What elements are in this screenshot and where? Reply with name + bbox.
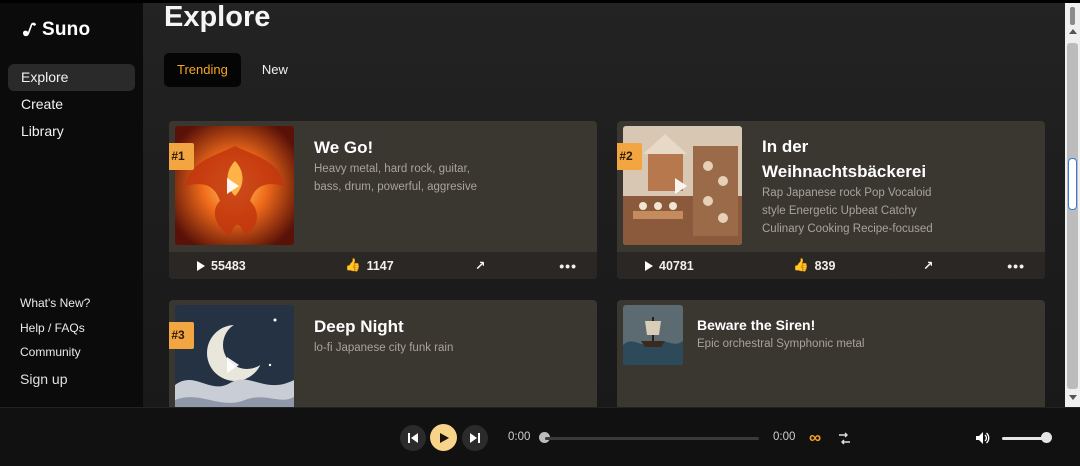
rank-badge: #1 [169, 143, 194, 170]
play-icon[interactable] [227, 178, 239, 194]
share-icon: ↗ [923, 259, 934, 273]
play-count[interactable]: 40781 [645, 259, 694, 273]
song-title-line1: In der [762, 137, 809, 156]
tabs: Trending New [164, 53, 301, 87]
scrollbar[interactable] [1065, 3, 1080, 407]
night-moon-cover-image [175, 305, 294, 407]
next-button[interactable] [462, 425, 488, 451]
tab-trending[interactable]: Trending [164, 53, 241, 87]
scrollbar-thumb[interactable] [1068, 158, 1077, 210]
song-card[interactable]: Beware the Siren! Epic orchestral Sympho… [617, 300, 1045, 407]
rank-badge: #2 [617, 143, 642, 170]
previous-button[interactable] [400, 425, 426, 451]
song-description: Heavy metal, hard rock, guitar, bass, dr… [314, 163, 477, 193]
rank-badge: #3 [169, 322, 194, 349]
song-description: Rap Japanese rock Pop Vocaloid style Ene… [762, 187, 933, 235]
tab-new[interactable]: New [249, 53, 301, 87]
song-stats-bar: 40781 👍 839 ↗ ••• [617, 252, 1045, 279]
total-time: 0:00 [773, 431, 796, 443]
shuffle-icon[interactable] [838, 432, 851, 445]
sidebar-item-explore[interactable]: Explore [8, 64, 135, 91]
sidebar-footer: What's New? Help / FAQs Community Sign u… [20, 291, 90, 393]
thumbs-up-icon: 👍 [345, 258, 361, 272]
song-title-line2: Weihnachtsbäckerei [762, 162, 927, 181]
current-time: 0:00 [508, 431, 531, 443]
share-button[interactable]: ↗ [923, 258, 933, 273]
volume-icon[interactable] [975, 431, 990, 445]
play-count-value: 55483 [211, 258, 246, 273]
like-count-value: 1147 [366, 258, 394, 273]
thumbs-up-icon: 👍 [793, 258, 809, 272]
more-options-icon[interactable]: ••• [1007, 258, 1025, 274]
sign-up-link[interactable]: Sign up [20, 365, 90, 393]
song-title[interactable]: In der Weihnachtsbäckerei [762, 134, 926, 184]
share-icon: ↗ [475, 259, 486, 273]
sidebar-nav: Explore Create Library [8, 64, 135, 145]
logo-text: Suno [42, 19, 91, 40]
help-faqs-link[interactable]: Help / FAQs [20, 316, 90, 341]
song-title[interactable]: Deep Night [314, 314, 404, 339]
song-card[interactable]: #3 Deep Night lo-fi Japanese city funk r… [169, 300, 597, 407]
song-cover[interactable] [623, 305, 683, 365]
song-card[interactable]: #2 In der Weihnachtsbäckerei Rap Japanes… [617, 121, 1045, 279]
scroll-down-arrow-icon[interactable] [1069, 395, 1077, 400]
progress-bar[interactable] [545, 437, 759, 440]
play-icon [439, 432, 449, 443]
player-bar: 0:00 0:00 ∞ [0, 407, 1080, 466]
skip-forward-icon [470, 433, 480, 443]
share-button[interactable]: ↗ [475, 258, 485, 273]
like-button[interactable]: 👍 839 [793, 258, 835, 273]
play-count-value: 40781 [659, 258, 694, 273]
song-description: lo-fi Japanese city funk rain [314, 342, 454, 354]
scrollbar-track[interactable] [1067, 43, 1078, 389]
like-count-value: 839 [814, 258, 836, 273]
song-title[interactable]: We Go! [314, 135, 373, 160]
play-icon[interactable] [227, 357, 239, 373]
ship-storm-cover-image [623, 305, 683, 365]
app: Suno Explore Create Library What's New? … [0, 0, 1080, 466]
volume-slider[interactable] [1002, 437, 1046, 440]
skip-back-icon [408, 433, 418, 443]
play-count-icon [645, 260, 653, 271]
sidebar-item-library[interactable]: Library [8, 118, 135, 145]
volume-knob[interactable] [1041, 432, 1052, 443]
more-options-icon[interactable]: ••• [559, 258, 577, 274]
play-count-icon [197, 260, 205, 271]
song-card[interactable]: #1 We Go! Heavy metal, hard rock, guitar… [169, 121, 597, 279]
logo[interactable]: Suno [20, 19, 90, 41]
song-cover[interactable] [175, 305, 294, 407]
whats-new-link[interactable]: What's New? [20, 291, 90, 316]
play-icon[interactable] [675, 178, 687, 194]
play-button[interactable] [430, 424, 457, 451]
main-content: Explore Trending New #1 We Go! Heavy met… [143, 3, 1065, 407]
like-button[interactable]: 👍 1147 [345, 258, 394, 273]
scroll-up-arrow-icon[interactable] [1069, 29, 1077, 34]
loop-icon[interactable]: ∞ [809, 428, 821, 448]
scrollbar-top-marker [1070, 7, 1075, 25]
play-count[interactable]: 55483 [197, 259, 246, 273]
community-link[interactable]: Community [20, 340, 90, 365]
sidebar-item-create[interactable]: Create [8, 91, 135, 118]
sidebar: Suno Explore Create Library What's New? … [0, 3, 143, 407]
page-title: Explore [164, 3, 271, 33]
song-description: Epic orchestral Symphonic metal [697, 338, 865, 350]
suno-logo-icon [23, 22, 36, 37]
song-stats-bar: 55483 👍 1147 ↗ ••• [169, 252, 597, 279]
